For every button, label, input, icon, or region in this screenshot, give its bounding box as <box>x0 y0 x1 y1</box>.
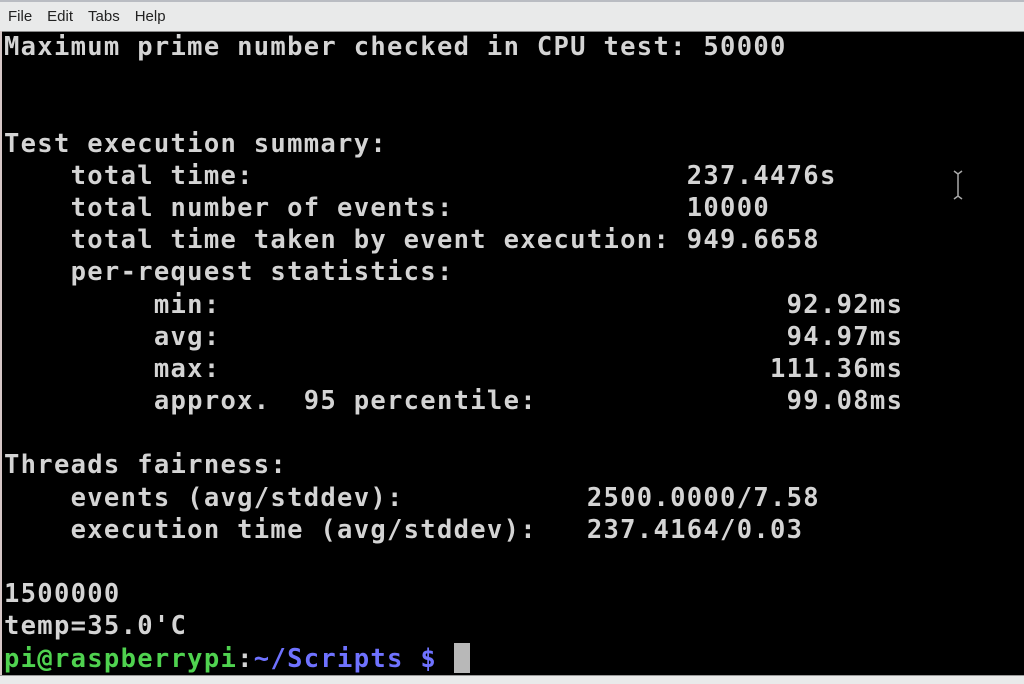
output-line: Test execution summary: <box>4 128 388 159</box>
output-line: avg: 94.97ms <box>4 321 904 352</box>
menu-edit[interactable]: Edit <box>45 6 75 27</box>
output-line: Maximum prime number checked in CPU test… <box>4 32 787 62</box>
prompt-separator: : <box>237 643 254 674</box>
prompt-input[interactable] <box>437 644 454 674</box>
output-line: events (avg/stddev): 2500.0000/7.58 <box>4 482 820 513</box>
output-line: Threads fairness: <box>4 450 288 481</box>
output-line: total time: 237.4476s <box>4 160 837 191</box>
prompt-path: ~/Scripts $ <box>253 643 437 674</box>
output-line: total time taken by event execution: 949… <box>4 225 820 256</box>
menu-file[interactable]: File <box>6 6 34 27</box>
output-line: approx. 95 percentile: 99.08ms <box>4 386 904 417</box>
output-line: max: 111.36ms <box>4 353 904 384</box>
terminal-lines: Maximum prime number checked in CPU test… <box>4 31 903 675</box>
output-line: min: 92.92ms <box>4 289 904 320</box>
terminal-output[interactable]: Maximum prime number checked in CPU test… <box>2 31 1024 675</box>
ibeam-cursor-icon <box>953 170 963 200</box>
output-line: temp=35.0'C <box>4 611 188 642</box>
prompt-user-host: pi@raspberrypi <box>4 643 238 674</box>
menu-help[interactable]: Help <box>133 6 168 27</box>
menu-bar: File Edit Tabs Help <box>0 2 1024 31</box>
prompt-line[interactable]: pi@raspberrypi:~/Scripts $ <box>4 642 903 675</box>
text-cursor <box>453 642 470 673</box>
output-line: execution time (avg/stddev): 237.4164/0.… <box>4 514 804 545</box>
output-line: per-request statistics: <box>4 257 454 288</box>
output-line: total number of events: 10000 <box>4 192 771 223</box>
menu-tabs[interactable]: Tabs <box>86 6 122 27</box>
output-line: 1500000 <box>4 579 121 610</box>
